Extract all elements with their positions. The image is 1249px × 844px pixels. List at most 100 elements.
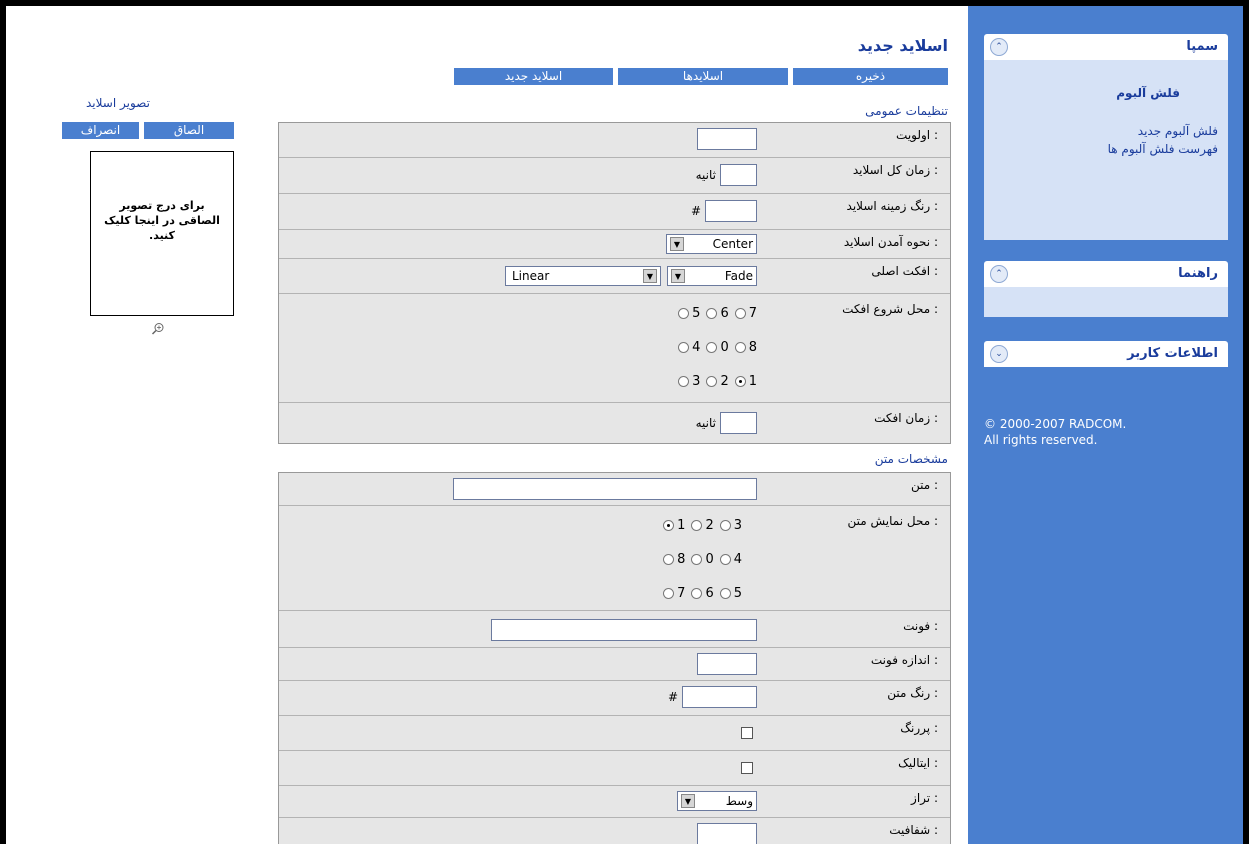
radio-option[interactable]: 4: [719, 552, 742, 567]
radio-button[interactable]: [678, 376, 690, 387]
radio-option[interactable]: 4: [678, 340, 700, 355]
panel-title: راهنما: [1178, 266, 1218, 281]
dropdown-arrow-icon[interactable]: ▼: [670, 237, 684, 251]
align-select[interactable]: وسط ▼: [677, 791, 757, 811]
hash-prefix: #: [690, 204, 701, 218]
radio-button[interactable]: [663, 588, 675, 599]
save-button[interactable]: ذخیره: [793, 68, 948, 85]
radio-line: 1 2 3: [663, 518, 742, 533]
text-position-label: محل نمایش متن :: [847, 514, 938, 528]
copyright: © 2000-2007 RADCOM. All rights reserved.: [984, 416, 1126, 448]
text-label: متن :: [910, 478, 938, 492]
radio-option[interactable]: 7: [663, 586, 685, 601]
section-title-text: مشخصات متن: [874, 452, 948, 466]
general-settings-box: اولویت : زمان کل اسلاید : ثانیه رنگ زمین…: [278, 122, 951, 444]
app-window: سمپا ⌃ فلش آلبوم فلش آلبوم جدید فهرست فل…: [6, 6, 1243, 844]
radio-option[interactable]: 5: [719, 586, 742, 601]
font-input[interactable]: [491, 619, 757, 641]
panel-header[interactable]: اطلاعات کاربر ⌄: [984, 341, 1228, 367]
radio-button[interactable]: [691, 520, 703, 531]
entry-value: Center: [712, 237, 753, 251]
menu-new-flash-album[interactable]: فلش آلبوم جدید: [984, 124, 1228, 138]
bold-checkbox[interactable]: [741, 727, 753, 739]
radio-button[interactable]: [734, 342, 746, 353]
menu-flash-album-list[interactable]: فهرست فلش آلبوم ها: [984, 142, 1228, 156]
dropdown-arrow-icon[interactable]: ▼: [671, 269, 685, 283]
italic-label: ایتالیک :: [898, 756, 938, 770]
radio-button[interactable]: [719, 554, 731, 565]
radio-button-selected[interactable]: [663, 520, 675, 531]
cancel-button[interactable]: انصراف: [62, 122, 139, 139]
slide-image-title: تصویر اسلاید: [86, 96, 150, 110]
radio-button[interactable]: [719, 520, 731, 531]
total-time-input[interactable]: [720, 164, 757, 186]
priority-input[interactable]: [697, 128, 757, 150]
radio-option[interactable]: 6: [706, 306, 729, 321]
panel-header[interactable]: سمپا ⌃: [984, 34, 1228, 60]
radio-button[interactable]: [706, 308, 718, 319]
effect-value: Fade: [724, 269, 753, 283]
dropdown-arrow-icon[interactable]: ▼: [681, 794, 695, 808]
effect-select[interactable]: Fade ▼: [667, 266, 757, 286]
align-row: تراز : وسط ▼: [279, 786, 950, 818]
radio-button-selected[interactable]: [734, 376, 746, 387]
collapse-icon[interactable]: ⌃: [990, 265, 1008, 283]
zoom-icon[interactable]: [151, 322, 165, 336]
panel-title: سمپا: [1186, 39, 1218, 54]
radio-option[interactable]: 1: [663, 518, 685, 533]
radio-button[interactable]: [706, 376, 718, 387]
radio-button[interactable]: [706, 342, 718, 353]
radio-option[interactable]: 2: [706, 374, 729, 389]
radio-option[interactable]: 7: [734, 306, 757, 321]
font-size-input[interactable]: [697, 653, 757, 675]
total-time-row: زمان کل اسلاید : ثانیه: [279, 158, 950, 194]
text-row: متن :: [279, 473, 950, 506]
paste-button[interactable]: الصاق: [144, 122, 234, 139]
effect-time-input[interactable]: [720, 412, 757, 434]
radio-button[interactable]: [678, 308, 690, 319]
radio-option[interactable]: 0: [706, 340, 729, 355]
radio-option[interactable]: 3: [719, 518, 742, 533]
radio-button[interactable]: [719, 588, 731, 599]
radio-button[interactable]: [734, 308, 746, 319]
slides-button[interactable]: اسلایدها: [618, 68, 788, 85]
radio-option[interactable]: 1: [734, 374, 757, 389]
radio-option[interactable]: 3: [678, 374, 700, 389]
new-slide-button[interactable]: اسلاید جدید: [454, 68, 613, 85]
radio-option[interactable]: 0: [691, 552, 714, 567]
align-label: تراز :: [911, 791, 938, 805]
radio-button[interactable]: [678, 342, 690, 353]
radio-option[interactable]: 5: [678, 306, 700, 321]
section-title-general: تنظیمات عمومی: [865, 104, 948, 118]
font-row: فونت :: [279, 611, 950, 648]
main-effect-label: افکت اصلی :: [871, 264, 938, 278]
panel-header[interactable]: راهنما ⌃: [984, 261, 1228, 287]
text-color-input[interactable]: [682, 686, 757, 708]
radio-option[interactable]: 6: [691, 586, 714, 601]
collapse-icon[interactable]: ⌃: [990, 38, 1008, 56]
radio-button[interactable]: [691, 588, 703, 599]
image-drop-area[interactable]: برای درج تصویر الصاقی در اینجا کلیک کنید…: [90, 151, 234, 316]
text-input[interactable]: [453, 478, 757, 500]
main-content: اسلاید جدید ذخیره اسلایدها اسلاید جدید ت…: [6, 6, 968, 844]
page-title: اسلاید جدید: [857, 36, 948, 55]
dropdown-arrow-icon[interactable]: ▼: [643, 269, 657, 283]
panel-sampa: سمپا ⌃ فلش آلبوم فلش آلبوم جدید فهرست فل…: [984, 34, 1228, 240]
menu-flash-album[interactable]: فلش آلبوم: [984, 60, 1228, 100]
radio-button[interactable]: [691, 554, 703, 565]
entry-select[interactable]: Center ▼: [666, 234, 757, 254]
easing-select[interactable]: Linear ▼: [505, 266, 661, 286]
bg-color-input[interactable]: [705, 200, 757, 222]
priority-row: اولویت :: [279, 123, 950, 158]
panel-title: اطلاعات کاربر: [1127, 346, 1218, 361]
font-size-row: اندازه فونت :: [279, 648, 950, 681]
radio-option[interactable]: 8: [734, 340, 757, 355]
radio-button[interactable]: [663, 554, 675, 565]
expand-icon[interactable]: ⌄: [990, 345, 1008, 363]
radio-option[interactable]: 2: [691, 518, 714, 533]
radio-option[interactable]: 8: [663, 552, 685, 567]
text-settings-box: متن : محل نمایش متن : 1 2 3 8 0 4 7 6 5 …: [278, 472, 951, 844]
radio-line: 3 2 1: [678, 374, 757, 389]
opacity-input[interactable]: [697, 823, 757, 844]
italic-checkbox[interactable]: [741, 762, 753, 774]
